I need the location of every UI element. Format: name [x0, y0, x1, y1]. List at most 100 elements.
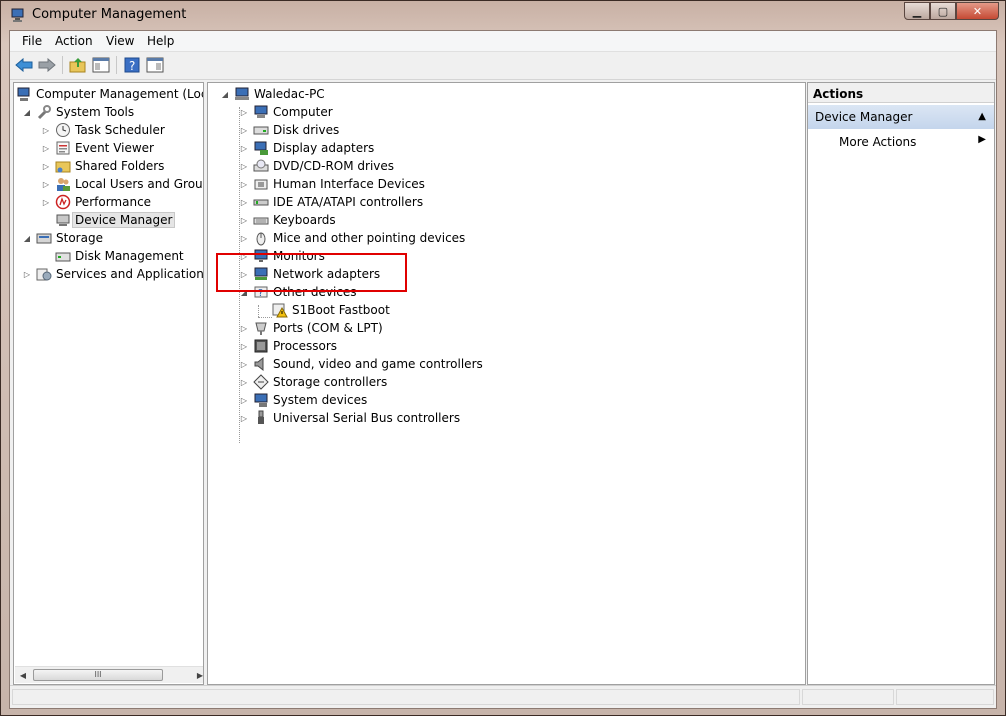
device-category-dvd-drives[interactable]: ▷ DVD/CD-ROM drives — [239, 157, 394, 175]
help-icon: ? — [124, 57, 140, 73]
tree-item-storage[interactable]: ◢ Storage — [22, 229, 103, 247]
device-category-usb[interactable]: ▷ Universal Serial Bus controllers — [239, 409, 460, 427]
close-button[interactable]: ✕ — [956, 2, 999, 20]
title-bar[interactable]: Computer Management ▁ ▢ ✕ — [1, 1, 1005, 29]
scroll-right-icon[interactable]: ▶ — [192, 667, 203, 683]
menu-file[interactable]: File — [22, 34, 42, 48]
device-category-label: System devices — [273, 393, 368, 407]
collapsed-arrow-icon[interactable]: ▷ — [41, 198, 51, 207]
tree-item-shared-folders[interactable]: ▷ Shared Folders — [41, 157, 164, 175]
device-category-keyboards[interactable]: ▷ Keyboards — [239, 211, 336, 229]
device-category-ports[interactable]: ▷ Ports (COM & LPT) — [239, 319, 383, 337]
processor-icon — [253, 338, 269, 354]
maximize-icon: ▢ — [937, 4, 949, 18]
tree-item-local-users[interactable]: ▷ Local Users and Groups — [41, 175, 204, 193]
collapsed-arrow-icon[interactable]: ▷ — [41, 162, 51, 171]
tree-guide-line — [258, 305, 259, 317]
expanded-arrow-icon[interactable]: ◢ — [22, 108, 32, 117]
collapsed-arrow-icon[interactable]: ▷ — [239, 234, 249, 243]
device-category-system-devices[interactable]: ▷ System devices — [239, 391, 367, 409]
show-hide-console-tree-button[interactable] — [90, 55, 112, 75]
menu-bar: File Action View Help — [10, 31, 996, 52]
device-category-hid[interactable]: ▷ Human Interface Devices — [239, 175, 425, 193]
device-category-disk-drives[interactable]: ▷ Disk drives — [239, 121, 339, 139]
collapsed-arrow-icon[interactable]: ▷ — [239, 216, 249, 225]
collapsed-arrow-icon[interactable]: ▷ — [41, 126, 51, 135]
more-actions-link[interactable]: More Actions — [839, 135, 916, 149]
device-tree-root[interactable]: ◢ Waledac-PC — [220, 85, 325, 103]
collapsed-arrow-icon[interactable]: ▷ — [239, 360, 249, 369]
collapsed-arrow-icon[interactable]: ▷ — [239, 108, 249, 117]
collapsed-arrow-icon[interactable]: ▷ — [239, 162, 249, 171]
help-button[interactable]: ? — [121, 55, 143, 75]
tree-item-label: Device Manager — [72, 212, 176, 228]
collapsed-arrow-icon[interactable]: ▷ — [41, 180, 51, 189]
device-item-label: S1Boot Fastboot — [292, 303, 390, 317]
usb-icon — [253, 410, 269, 426]
show-hide-console-tree-icon — [92, 57, 110, 73]
collapsed-arrow-icon[interactable]: ▷ — [239, 198, 249, 207]
device-category-label: Processors — [273, 339, 338, 353]
expanded-arrow-icon[interactable]: ◢ — [22, 234, 32, 243]
scrollbar-thumb[interactable]: III — [33, 669, 163, 681]
collapse-up-icon[interactable]: ▲ — [978, 105, 986, 129]
collapsed-arrow-icon[interactable]: ▷ — [41, 144, 51, 153]
computer-icon — [234, 86, 250, 102]
device-category-processors[interactable]: ▷ Processors — [239, 337, 337, 355]
menu-view[interactable]: View — [106, 34, 134, 48]
tree-item-label: Event Viewer — [75, 141, 154, 155]
collapsed-arrow-icon[interactable]: ▷ — [239, 342, 249, 351]
collapsed-arrow-icon[interactable]: ▷ — [239, 414, 249, 423]
tree-item-label: Shared Folders — [75, 159, 165, 173]
actions-section-device-manager[interactable]: Device Manager ▲ — [808, 105, 994, 129]
services-icon — [36, 266, 52, 282]
device-category-label: Disk drives — [273, 123, 340, 137]
collapsed-arrow-icon[interactable]: ▷ — [239, 180, 249, 189]
collapsed-arrow-icon[interactable]: ▷ — [239, 126, 249, 135]
toolbar-separator — [116, 56, 117, 74]
console-tree-pane[interactable]: Computer Management (Local ◢ System Tool… — [13, 82, 204, 685]
scroll-left-icon[interactable]: ◀ — [15, 667, 31, 683]
tree-item-device-manager[interactable]: Device Manager — [55, 211, 176, 229]
expanded-arrow-icon[interactable]: ◢ — [220, 90, 230, 99]
device-category-storage-controllers[interactable]: ▷ Storage controllers — [239, 373, 387, 391]
storage-icon — [36, 230, 52, 246]
minimize-button[interactable]: ▁ — [904, 2, 930, 20]
tree-item-disk-management[interactable]: Disk Management — [55, 247, 184, 265]
device-item-s1boot-fastboot[interactable]: S1Boot Fastboot — [272, 301, 390, 319]
tree-item-event-viewer[interactable]: ▷ Event Viewer — [41, 139, 154, 157]
up-folder-button[interactable] — [67, 55, 89, 75]
tree-item-services[interactable]: ▷ Services and Applications — [22, 265, 203, 283]
device-category-sound[interactable]: ▷ Sound, video and game controllers — [239, 355, 483, 373]
tree-item-performance[interactable]: ▷ Performance — [41, 193, 151, 211]
tree-item-system-tools[interactable]: ◢ System Tools — [22, 103, 134, 121]
back-button[interactable] — [13, 55, 35, 75]
collapsed-arrow-icon[interactable]: ▷ — [239, 144, 249, 153]
device-category-display-adapters[interactable]: ▷ Display adapters — [239, 139, 374, 157]
device-category-ide[interactable]: ▷ IDE ATA/ATAPI controllers — [239, 193, 423, 211]
collapsed-arrow-icon[interactable]: ▷ — [239, 378, 249, 387]
collapsed-arrow-icon[interactable]: ▷ — [22, 270, 32, 279]
menu-action[interactable]: Action — [55, 34, 93, 48]
tree-item-task-scheduler[interactable]: ▷ Task Scheduler — [41, 121, 165, 139]
device-category-label: Universal Serial Bus controllers — [273, 411, 461, 425]
maximize-button[interactable]: ▢ — [930, 2, 956, 20]
collapsed-arrow-icon[interactable]: ▷ — [239, 324, 249, 333]
device-category-mice[interactable]: ▷ Mice and other pointing devices — [239, 229, 465, 247]
device-category-label: Mice and other pointing devices — [273, 231, 466, 245]
device-tree-pane[interactable]: ◢ Waledac-PC ▷ Computer ▷ Disk drives ▷ … — [207, 82, 806, 685]
menu-help[interactable]: Help — [147, 34, 174, 48]
show-hide-action-pane-button[interactable] — [144, 55, 166, 75]
tree-item-label: Local Users and Groups — [75, 177, 204, 191]
forward-button[interactable] — [36, 55, 58, 75]
collapsed-arrow-icon[interactable]: ▷ — [239, 396, 249, 405]
tree-item-label: Disk Management — [75, 249, 184, 263]
tree-guide-line — [258, 317, 272, 318]
status-cell — [12, 689, 800, 705]
device-category-computer[interactable]: ▷ Computer — [239, 103, 333, 121]
event-viewer-icon — [55, 140, 71, 156]
tree-item-computer-management[interactable]: Computer Management (Local — [16, 85, 203, 103]
display-adapter-icon — [253, 140, 269, 156]
actions-header: Actions — [808, 83, 994, 103]
horizontal-scrollbar[interactable]: ◀ III ▶ — [15, 666, 203, 683]
